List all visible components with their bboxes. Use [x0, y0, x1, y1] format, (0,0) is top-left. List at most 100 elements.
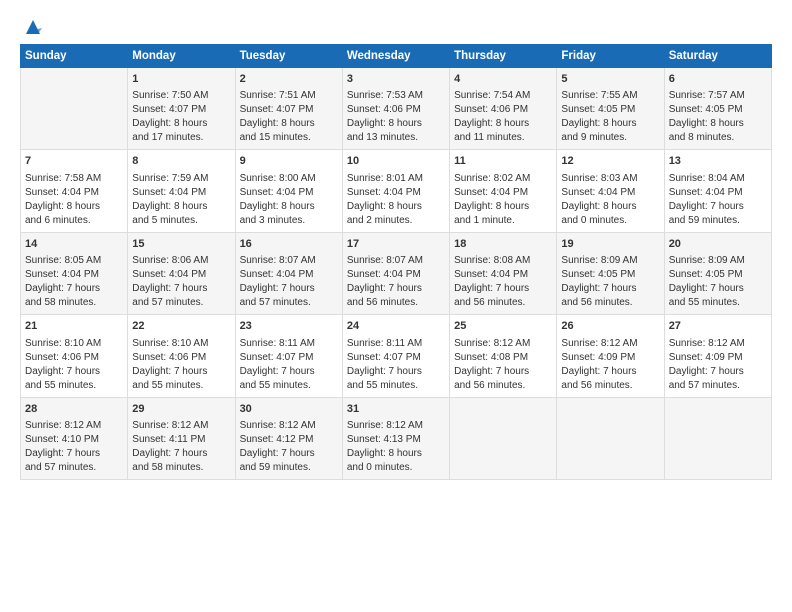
cell-info: Daylight: 8 hours — [240, 117, 338, 131]
day-number: 8 — [132, 154, 230, 169]
cell-info: Sunset: 4:06 PM — [347, 103, 445, 117]
calendar-cell: 25Sunrise: 8:12 AMSunset: 4:08 PMDayligh… — [450, 315, 557, 397]
cell-info: Sunset: 4:06 PM — [454, 103, 552, 117]
week-row-5: 28Sunrise: 8:12 AMSunset: 4:10 PMDayligh… — [21, 397, 772, 479]
cell-info: Sunrise: 8:10 AM — [132, 337, 230, 351]
cell-info: Sunset: 4:09 PM — [561, 351, 659, 365]
cell-info: Sunrise: 7:51 AM — [240, 89, 338, 103]
cell-info: Daylight: 7 hours — [669, 365, 767, 379]
cell-info: Sunrise: 8:11 AM — [347, 337, 445, 351]
cell-info: Daylight: 7 hours — [347, 282, 445, 296]
calendar-cell: 13Sunrise: 8:04 AMSunset: 4:04 PMDayligh… — [664, 150, 771, 232]
cell-info: Sunset: 4:05 PM — [669, 268, 767, 282]
calendar-cell: 7Sunrise: 7:58 AMSunset: 4:04 PMDaylight… — [21, 150, 128, 232]
page: SundayMondayTuesdayWednesdayThursdayFrid… — [0, 0, 792, 612]
cell-info: Sunset: 4:04 PM — [669, 186, 767, 200]
cell-info: Sunrise: 8:01 AM — [347, 172, 445, 186]
cell-info: and 59 minutes. — [669, 214, 767, 228]
cell-info: Daylight: 7 hours — [240, 447, 338, 461]
cell-info: Sunrise: 8:09 AM — [669, 254, 767, 268]
cell-info: Sunset: 4:04 PM — [347, 268, 445, 282]
cell-info: Sunset: 4:13 PM — [347, 433, 445, 447]
cell-info: Daylight: 8 hours — [25, 200, 123, 214]
day-number: 3 — [347, 72, 445, 87]
day-number: 24 — [347, 319, 445, 334]
calendar-cell: 17Sunrise: 8:07 AMSunset: 4:04 PMDayligh… — [342, 232, 449, 314]
cell-info: Daylight: 7 hours — [347, 365, 445, 379]
cell-info: Daylight: 7 hours — [240, 365, 338, 379]
cell-info: and 57 minutes. — [669, 379, 767, 393]
day-number: 26 — [561, 319, 659, 334]
calendar-cell: 21Sunrise: 8:10 AMSunset: 4:06 PMDayligh… — [21, 315, 128, 397]
header-day-thursday: Thursday — [450, 45, 557, 68]
cell-info: Sunset: 4:04 PM — [132, 186, 230, 200]
calendar-cell — [664, 397, 771, 479]
calendar-cell: 22Sunrise: 8:10 AMSunset: 4:06 PMDayligh… — [128, 315, 235, 397]
calendar-cell: 6Sunrise: 7:57 AMSunset: 4:05 PMDaylight… — [664, 68, 771, 150]
cell-info: Sunrise: 8:07 AM — [347, 254, 445, 268]
cell-info: Sunrise: 8:11 AM — [240, 337, 338, 351]
cell-info: Sunrise: 8:06 AM — [132, 254, 230, 268]
cell-info: Sunrise: 7:55 AM — [561, 89, 659, 103]
cell-info: Daylight: 8 hours — [347, 200, 445, 214]
calendar-cell: 9Sunrise: 8:00 AMSunset: 4:04 PMDaylight… — [235, 150, 342, 232]
cell-info: and 17 minutes. — [132, 131, 230, 145]
calendar-cell — [450, 397, 557, 479]
day-number: 27 — [669, 319, 767, 334]
cell-info: Sunrise: 8:02 AM — [454, 172, 552, 186]
cell-info: and 1 minute. — [454, 214, 552, 228]
cell-info: Sunrise: 8:12 AM — [25, 419, 123, 433]
cell-info: Sunrise: 8:12 AM — [347, 419, 445, 433]
cell-info: Sunrise: 8:10 AM — [25, 337, 123, 351]
cell-info: and 0 minutes. — [347, 461, 445, 475]
cell-info: Daylight: 7 hours — [25, 282, 123, 296]
cell-info: and 55 minutes. — [347, 379, 445, 393]
cell-info: Sunset: 4:11 PM — [132, 433, 230, 447]
calendar-cell: 30Sunrise: 8:12 AMSunset: 4:12 PMDayligh… — [235, 397, 342, 479]
calendar-cell: 28Sunrise: 8:12 AMSunset: 4:10 PMDayligh… — [21, 397, 128, 479]
cell-info: Daylight: 7 hours — [132, 282, 230, 296]
day-number: 7 — [25, 154, 123, 169]
calendar-cell — [557, 397, 664, 479]
calendar-cell: 27Sunrise: 8:12 AMSunset: 4:09 PMDayligh… — [664, 315, 771, 397]
cell-info: Daylight: 8 hours — [454, 117, 552, 131]
calendar-cell: 29Sunrise: 8:12 AMSunset: 4:11 PMDayligh… — [128, 397, 235, 479]
cell-info: Sunset: 4:04 PM — [454, 186, 552, 200]
cell-info: Sunset: 4:05 PM — [561, 268, 659, 282]
cell-info: Sunrise: 7:54 AM — [454, 89, 552, 103]
cell-info: and 57 minutes. — [240, 296, 338, 310]
cell-info: Daylight: 7 hours — [454, 365, 552, 379]
cell-info: Daylight: 8 hours — [347, 447, 445, 461]
calendar-cell: 23Sunrise: 8:11 AMSunset: 4:07 PMDayligh… — [235, 315, 342, 397]
cell-info: Sunrise: 8:12 AM — [240, 419, 338, 433]
day-number: 20 — [669, 237, 767, 252]
calendar-cell: 15Sunrise: 8:06 AMSunset: 4:04 PMDayligh… — [128, 232, 235, 314]
cell-info: and 8 minutes. — [669, 131, 767, 145]
cell-info: Daylight: 7 hours — [669, 200, 767, 214]
cell-info: and 13 minutes. — [347, 131, 445, 145]
calendar-cell: 12Sunrise: 8:03 AMSunset: 4:04 PMDayligh… — [557, 150, 664, 232]
calendar-cell: 19Sunrise: 8:09 AMSunset: 4:05 PMDayligh… — [557, 232, 664, 314]
calendar-table: SundayMondayTuesdayWednesdayThursdayFrid… — [20, 44, 772, 480]
cell-info: Sunrise: 8:08 AM — [454, 254, 552, 268]
cell-info: and 2 minutes. — [347, 214, 445, 228]
calendar-cell: 31Sunrise: 8:12 AMSunset: 4:13 PMDayligh… — [342, 397, 449, 479]
cell-info: Sunset: 4:04 PM — [25, 186, 123, 200]
cell-info: and 56 minutes. — [454, 379, 552, 393]
week-row-2: 7Sunrise: 7:58 AMSunset: 4:04 PMDaylight… — [21, 150, 772, 232]
day-number: 6 — [669, 72, 767, 87]
cell-info: Daylight: 8 hours — [669, 117, 767, 131]
header-day-friday: Friday — [557, 45, 664, 68]
cell-info: and 11 minutes. — [454, 131, 552, 145]
cell-info: and 55 minutes. — [25, 379, 123, 393]
header-day-wednesday: Wednesday — [342, 45, 449, 68]
cell-info: and 58 minutes. — [25, 296, 123, 310]
cell-info: Daylight: 7 hours — [561, 365, 659, 379]
cell-info: Sunrise: 8:12 AM — [669, 337, 767, 351]
day-number: 1 — [132, 72, 230, 87]
cell-info: and 9 minutes. — [561, 131, 659, 145]
day-number: 15 — [132, 237, 230, 252]
calendar-cell: 3Sunrise: 7:53 AMSunset: 4:06 PMDaylight… — [342, 68, 449, 150]
calendar-cell: 16Sunrise: 8:07 AMSunset: 4:04 PMDayligh… — [235, 232, 342, 314]
calendar-cell: 1Sunrise: 7:50 AMSunset: 4:07 PMDaylight… — [128, 68, 235, 150]
